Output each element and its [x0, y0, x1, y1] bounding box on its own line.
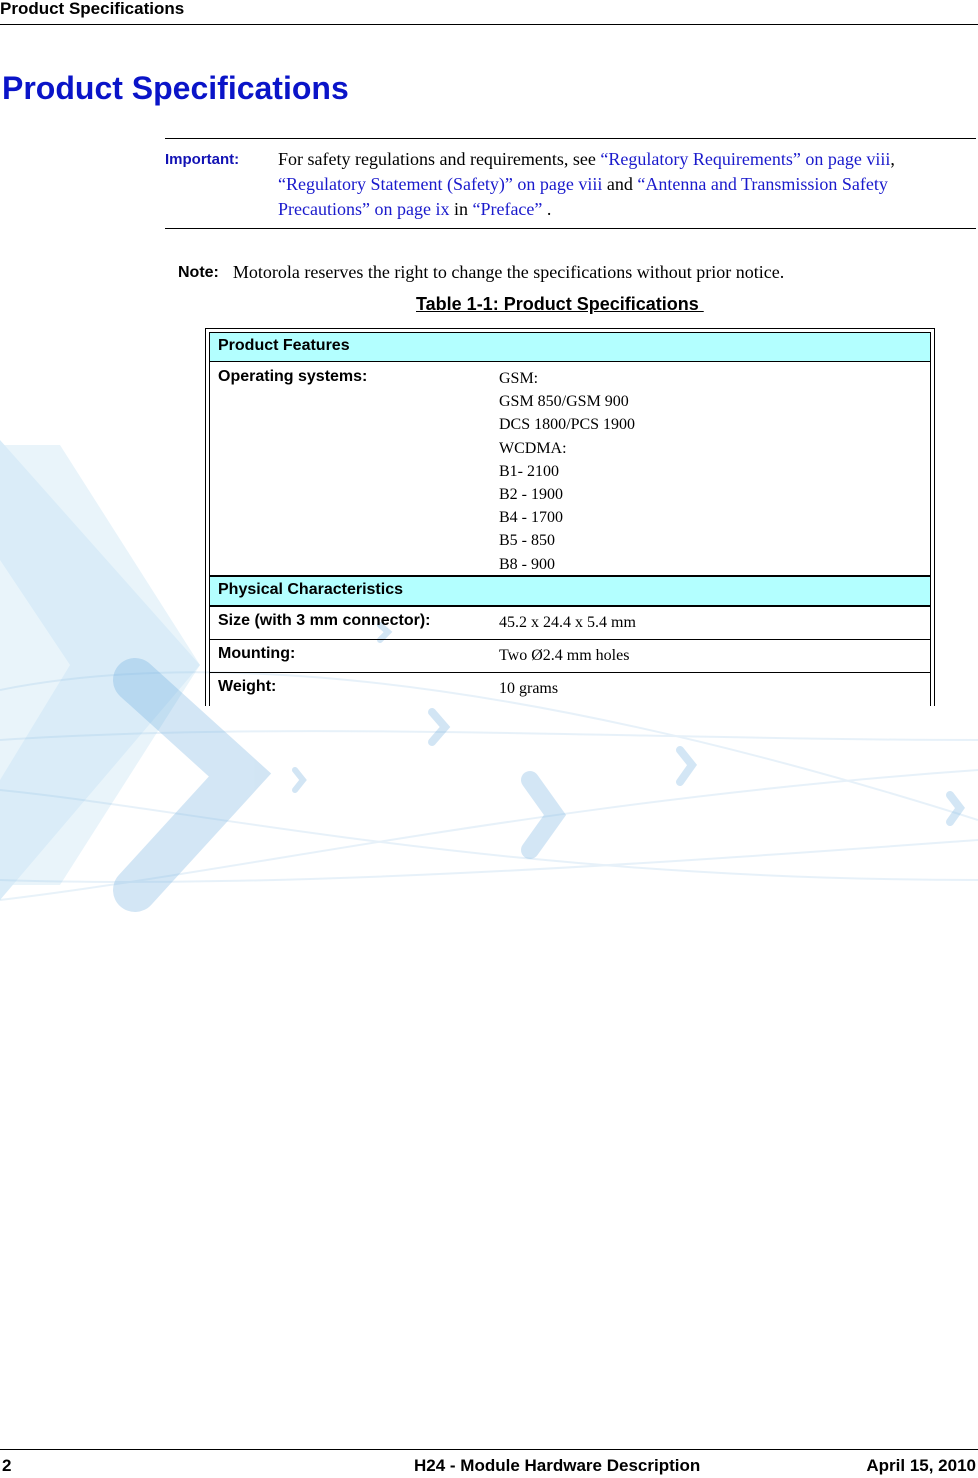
link-regulatory-statement-safety[interactable]: “Regulatory Statement (Safety)” on page …	[278, 174, 602, 194]
watermark-swoosh-4	[0, 789, 978, 881]
footer-divider	[0, 1449, 978, 1450]
important-label: Important:	[165, 151, 240, 168]
row-label: Size (with 3 mm connector):	[218, 612, 431, 629]
watermark-chevron-small-4	[946, 791, 965, 826]
product-specifications-table: Product Features Operating systems: GSM:…	[205, 328, 935, 706]
watermark-chevron-small-2	[292, 767, 307, 793]
important-text-lead: For safety regulations and requirements,…	[278, 149, 601, 169]
important-text: For safety regulations and requirements,…	[278, 147, 918, 222]
watermark-swoosh-2	[0, 730, 978, 741]
page-number: 2	[2, 1456, 12, 1475]
os-value: B1- 2100	[499, 462, 559, 480]
table-section-product-features: Product Features	[210, 333, 930, 362]
watermark-chevron-small-3	[676, 746, 698, 786]
link-regulatory-requirements[interactable]: “Regulatory Requirements” on page viii	[600, 149, 890, 169]
row-label: Mounting:	[218, 645, 296, 662]
header-divider	[0, 24, 978, 25]
table-row-mounting: Mounting: Two Ø2.4 mm holes	[210, 640, 930, 673]
link-preface[interactable]: “Preface”	[472, 199, 542, 219]
table-row-operating-systems: Operating systems: GSM: GSM 850/GSM 900 …	[210, 362, 930, 576]
os-value: B2 - 1900	[499, 486, 563, 504]
note-label: Note:	[178, 264, 219, 281]
watermark-swoosh-5	[0, 769, 978, 901]
document-title: H24 - Module Hardware Description	[414, 1456, 701, 1475]
row-label: Weight:	[218, 678, 277, 695]
table-section-physical-characteristics: Physical Characteristics	[210, 576, 930, 607]
running-header: Product Specifications	[0, 0, 185, 18]
row-label: Operating systems:	[218, 368, 368, 385]
os-value: B8 - 900	[499, 555, 555, 573]
note-callout: Note: Motorola reserves the right to cha…	[178, 260, 784, 285]
page-title: Product Specifications	[2, 70, 349, 106]
important-callout: Important: For safety regulations and re…	[165, 138, 976, 229]
row-value: 45.2 x 24.4 x 5.4 mm	[499, 614, 636, 631]
separator-text: in	[449, 199, 473, 219]
note-text: Motorola reserves the right to change th…	[232, 262, 785, 282]
row-value-list: GSM: GSM 850/GSM 900 DCS 1800/PCS 1900 W…	[499, 367, 635, 575]
table-row-size: Size (with 3 mm connector): 45.2 x 24.4 …	[210, 607, 930, 640]
row-value: Two Ø2.4 mm holes	[499, 647, 630, 664]
separator-text: .	[542, 199, 552, 219]
table-row-weight: Weight: 10 grams	[210, 673, 930, 706]
watermark-chevron-large	[0, 440, 200, 900]
os-value: B5 - 850	[499, 532, 555, 550]
document-date: April 15, 2010	[866, 1456, 976, 1475]
separator-text: ,	[890, 149, 895, 169]
watermark-chevron-small-1	[428, 708, 451, 746]
os-value: DCS 1800/PCS 1900	[499, 416, 636, 434]
watermark-swoosh-3	[0, 839, 978, 883]
watermark-chevron-small-5	[521, 771, 567, 859]
table-title: Table 1-1: Product Specifications	[416, 294, 704, 314]
os-value: B4 - 1700	[499, 509, 563, 527]
separator-text: and	[602, 174, 638, 194]
os-value: GSM:	[499, 370, 539, 387]
os-value: GSM 850/GSM 900	[499, 393, 629, 411]
watermark-chevron-bold	[113, 658, 272, 912]
os-value: WCDMA:	[499, 439, 567, 457]
row-value: 10 grams	[499, 680, 559, 697]
